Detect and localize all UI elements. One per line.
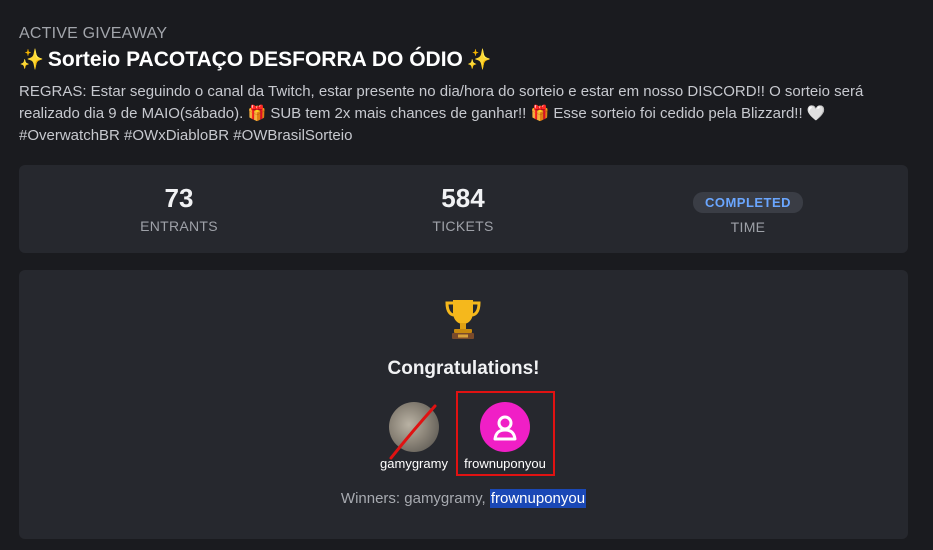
selected-winner-text[interactable]: frownuponyou — [489, 489, 587, 508]
stats-panel: 73 ENTRANTS 584 TICKETS COMPLETED TIME — [19, 165, 908, 253]
eyebrow-label: ACTIVE GIVEAWAY — [19, 25, 168, 42]
sparkles-icon: ✨ — [466, 49, 492, 71]
rules-hashtags: #OverwatchBR #OWxDiabloBR #OWBrasilSorte… — [19, 127, 353, 144]
time-stat: COMPLETED TIME — [628, 182, 868, 235]
giveaway-title: ✨ Sorteio PACOTAÇO DESFORRA DO ÓDIO ✨ — [19, 47, 492, 72]
avatar — [389, 402, 439, 460]
rules-text: Esse sorteio foi cedido pela Blizzard!! — [553, 105, 807, 122]
winners-summary: Winners: gamygramy, frownuponyou — [19, 489, 908, 508]
gift-icon: 🎁 — [247, 105, 267, 122]
congratulations-heading: Congratulations! — [387, 358, 540, 379]
trophy-icon — [445, 300, 481, 339]
tickets-label: TICKETS — [432, 218, 494, 234]
winner-name: gamygramy — [380, 456, 448, 471]
gift-icon: 🎁 — [530, 105, 550, 122]
heart-icon: 🤍 — [806, 105, 826, 122]
entrants-label: ENTRANTS — [140, 218, 218, 234]
status-badge: COMPLETED — [692, 192, 804, 213]
winner-highlight-box — [456, 391, 555, 476]
strikethrough-mark — [389, 404, 437, 460]
entrants-stat: 73 ENTRANTS — [59, 182, 299, 234]
rules-text: SUB tem 2x mais chances de ganhar!! — [270, 105, 531, 122]
tickets-stat: 584 TICKETS — [343, 182, 583, 234]
winners-panel: Congratulations! gamygramy frownuponyou … — [19, 270, 908, 539]
winner-card[interactable]: gamygramy — [364, 402, 464, 471]
giveaway-rules: REGRAS: Estar seguindo o canal da Twitch… — [19, 81, 914, 147]
time-label: TIME — [730, 219, 766, 235]
entrants-count: 73 — [164, 183, 194, 213]
tickets-count: 584 — [441, 183, 485, 213]
winners-summary-text: Winners: gamygramy, — [340, 490, 490, 507]
sparkles-icon: ✨ — [19, 49, 44, 71]
giveaway-title-text: Sorteio PACOTAÇO DESFORRA DO ÓDIO — [47, 47, 463, 71]
